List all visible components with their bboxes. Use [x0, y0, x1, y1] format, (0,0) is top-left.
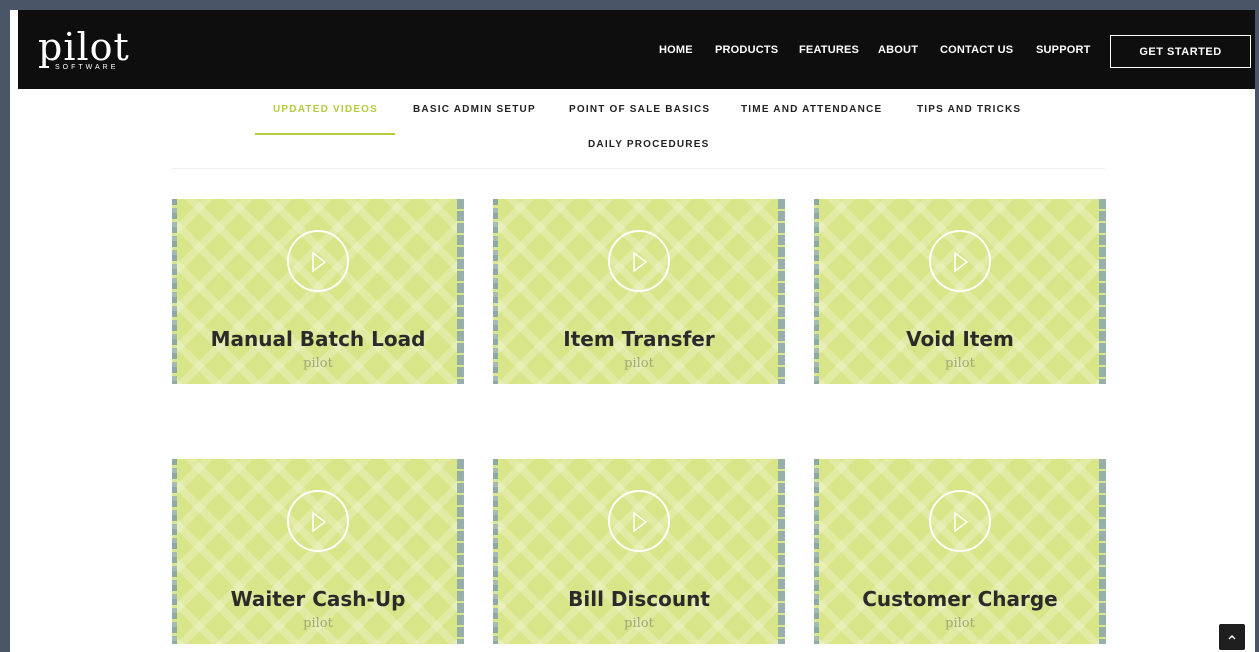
video-title: Manual Batch Load [210, 327, 426, 351]
video-card[interactable]: Manual Batch Load pilot [172, 199, 464, 384]
tab-updated-videos[interactable]: UPDATED VIDEOS [273, 104, 378, 115]
play-icon[interactable] [608, 490, 670, 552]
tab-tips-and-tricks[interactable]: TIPS AND TRICKS [917, 104, 1021, 115]
video-brand: pilot [303, 616, 333, 631]
logo-wordmark: pilot [38, 25, 130, 69]
video-card[interactable]: Item Transfer pilot [493, 199, 785, 384]
video-brand: pilot [303, 356, 333, 371]
nav-features[interactable]: FEATURES [799, 44, 859, 56]
tab-point-of-sale-basics[interactable]: POINT OF SALE BASICS [569, 104, 710, 115]
video-brand: pilot [624, 356, 654, 371]
video-card[interactable]: Void Item pilot [814, 199, 1106, 384]
video-title: Item Transfer [563, 327, 715, 351]
video-brand: pilot [945, 356, 975, 371]
video-title: Customer Charge [862, 587, 1058, 611]
tabs-divider [172, 168, 1105, 169]
chevron-up-icon [1228, 634, 1236, 640]
video-title: Bill Discount [568, 587, 710, 611]
video-card[interactable]: Customer Charge pilot [814, 459, 1106, 644]
nav-contact-us[interactable]: CONTACT US [940, 44, 1013, 56]
get-started-button[interactable]: GET STARTED [1110, 35, 1251, 68]
video-card[interactable]: Bill Discount pilot [493, 459, 785, 644]
page-frame: pilot SOFTWARE HOME PRODUCTS FEATURES AB… [10, 10, 1255, 652]
nav-products[interactable]: PRODUCTS [715, 44, 778, 56]
tab-time-and-attendance[interactable]: TIME AND ATTENDANCE [741, 104, 882, 115]
tab-basic-admin-setup[interactable]: BASIC ADMIN SETUP [413, 104, 536, 115]
nav-support[interactable]: SUPPORT [1036, 44, 1091, 56]
video-card[interactable]: Waiter Cash-Up pilot [172, 459, 464, 644]
play-icon[interactable] [608, 230, 670, 292]
video-brand: pilot [945, 616, 975, 631]
play-icon[interactable] [287, 490, 349, 552]
logo[interactable]: pilot SOFTWARE [38, 28, 130, 71]
video-title: Void Item [906, 327, 1014, 351]
site-header: pilot SOFTWARE HOME PRODUCTS FEATURES AB… [18, 10, 1255, 89]
play-icon[interactable] [929, 490, 991, 552]
video-brand: pilot [624, 616, 654, 631]
nav-home[interactable]: HOME [659, 44, 693, 56]
nav-about[interactable]: ABOUT [878, 44, 918, 56]
tab-daily-procedures[interactable]: DAILY PROCEDURES [588, 139, 709, 150]
play-icon[interactable] [929, 230, 991, 292]
scroll-to-top-button[interactable] [1219, 624, 1245, 650]
video-title: Waiter Cash-Up [230, 587, 406, 611]
active-tab-indicator [255, 133, 395, 135]
play-icon[interactable] [287, 230, 349, 292]
